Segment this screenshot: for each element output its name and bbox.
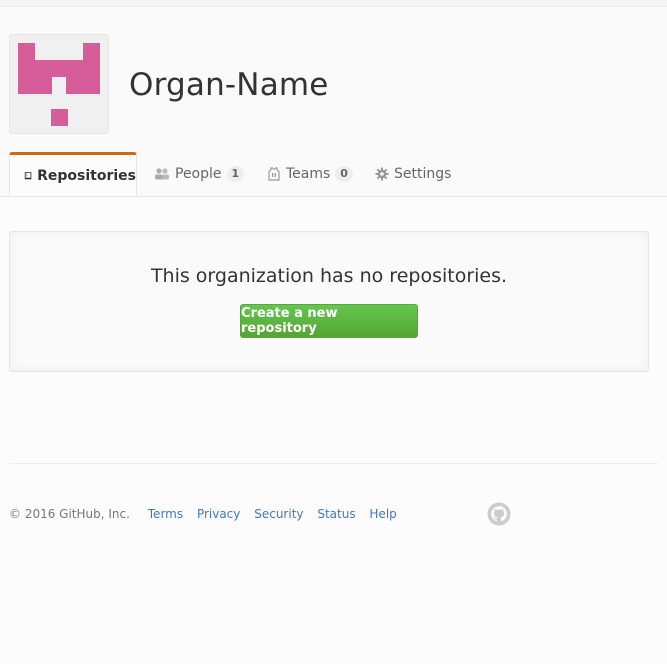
no-repositories-blankslate: This organization has no repositories. C… [9, 231, 649, 372]
tab-label: Settings [394, 165, 452, 182]
people-count-badge: 1 [226, 165, 245, 182]
footer-link-help[interactable]: Help [369, 507, 396, 521]
tab-teams[interactable]: Teams 0 [267, 152, 353, 195]
tab-label: Teams [286, 165, 331, 182]
site-footer: © 2016 GitHub, Inc. Terms Privacy Securi… [9, 507, 397, 521]
gear-icon [375, 167, 389, 180]
footer-link-privacy[interactable]: Privacy [197, 507, 240, 521]
tab-settings[interactable]: Settings [375, 152, 451, 195]
tab-people[interactable]: People 1 [154, 152, 245, 195]
footer-link-terms[interactable]: Terms [148, 507, 183, 521]
org-avatar[interactable] [9, 34, 109, 134]
org-name: Organ-Name [129, 67, 329, 103]
footer-link-status[interactable]: Status [317, 507, 355, 521]
footer-link-security[interactable]: Security [254, 507, 303, 521]
tab-label: Repositories [37, 167, 136, 184]
copyright-text: © 2016 GitHub, Inc. [9, 507, 130, 521]
identicon-icon [18, 43, 100, 126]
jersey-icon [268, 166, 280, 181]
teams-count-badge: 0 [335, 165, 353, 182]
github-mark-icon[interactable] [487, 502, 511, 526]
blankslate-message: This organization has no repositories. [150, 265, 508, 287]
tab-label: People [175, 165, 222, 182]
tab-repositories[interactable]: Repositories [9, 152, 137, 196]
top-strip [0, 0, 667, 7]
create-repository-button[interactable]: Create a new repository [240, 304, 418, 338]
footer-divider [9, 463, 658, 464]
people-icon [155, 167, 169, 179]
repo-icon [24, 171, 32, 179]
